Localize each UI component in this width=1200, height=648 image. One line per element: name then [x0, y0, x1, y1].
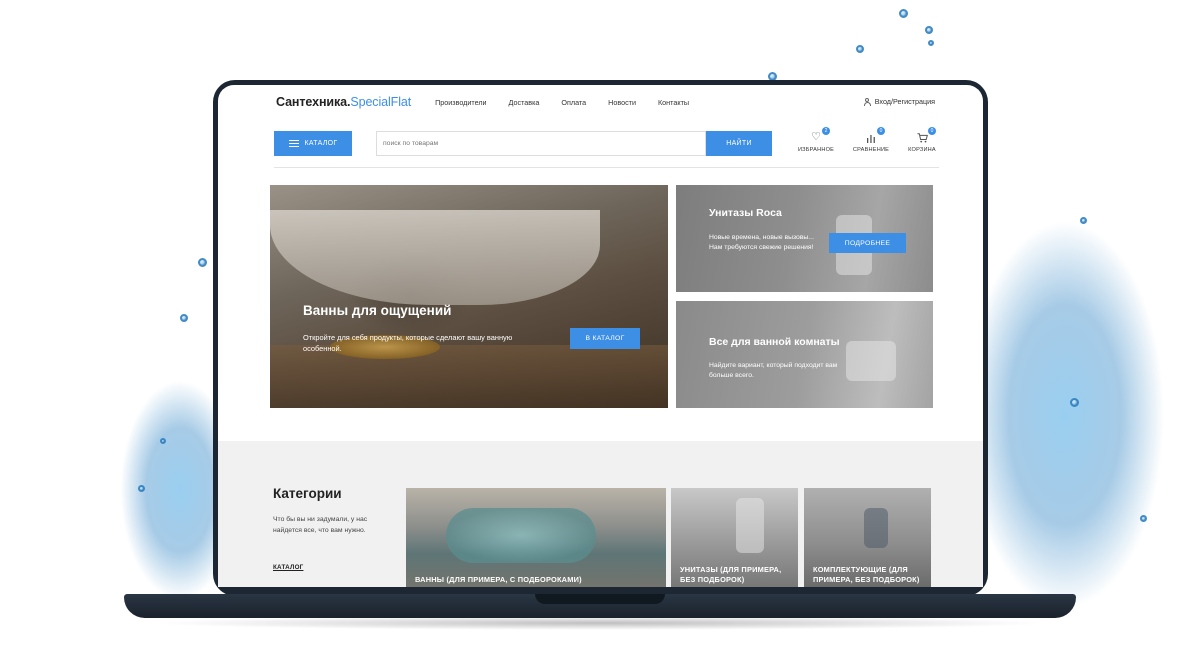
water-drop — [899, 9, 908, 18]
hero-banner[interactable]: Ванны для ощущений Откройте для себя про… — [270, 185, 668, 408]
toilets-text: Новые времена, новые вызовы... Нам требу… — [709, 234, 814, 251]
compare-label: СРАВНЕНИЕ — [852, 147, 890, 153]
water-splash-right — [965, 220, 1165, 610]
cart-count: 0 — [928, 127, 936, 135]
bathroom-title: Все для ванной комнаты — [709, 336, 840, 348]
site-logo[interactable]: Сантехника.SpecialFlat — [276, 95, 411, 109]
stage: Сантехника.SpecialFlat Производители Дос… — [0, 0, 1200, 648]
laptop-notch — [535, 594, 665, 604]
category-label: ВАННЫ (ДЛЯ ПРИМЕРА, С ПОДБОРОКАМИ) — [415, 575, 582, 585]
water-drop — [160, 438, 166, 444]
toilets-banner[interactable]: Унитазы Roca Новые времена, новые вызовы… — [676, 185, 933, 292]
login-label: Вход/Регистрация — [874, 97, 935, 106]
toilet-image — [736, 498, 764, 553]
hero-catalog-button[interactable]: В КАТАЛОГ — [570, 328, 640, 349]
categories-section: Категории Что бы вы ни задумали, у нас н… — [218, 441, 983, 587]
logo-main: Сантехника. — [276, 95, 351, 109]
compare-link[interactable]: 0 СРАВНЕНИЕ — [849, 127, 893, 153]
site-header: Сантехника.SpecialFlat Производители Дос… — [218, 85, 983, 119]
search-input[interactable] — [376, 131, 706, 156]
heart-icon: ♡ 2 — [809, 127, 830, 144]
water-drop — [928, 40, 934, 46]
laptop-shadow — [150, 616, 1050, 630]
category-label: УНИТАЗЫ (ДЛЯ ПРИМЕРА, БЕЗ ПОДБОРОК) — [680, 564, 782, 585]
water-drop — [1140, 515, 1147, 522]
catalog-button[interactable]: КАТАЛОГ — [274, 131, 352, 156]
bathtub-image — [446, 508, 596, 563]
towel-image — [864, 508, 888, 548]
menu-icon — [288, 140, 299, 147]
category-card-accessories[interactable]: КОМПЛЕКТУЮЩИЕ (ДЛЯ ПРИМЕРА, БЕЗ ПОДБОРОК… — [804, 488, 931, 587]
water-drop — [1070, 398, 1079, 407]
cart-icon: 0 — [915, 127, 936, 144]
laptop-screen: Сантехника.SpecialFlat Производители Дос… — [218, 85, 983, 587]
compare-count: 0 — [877, 127, 885, 135]
sink-image — [846, 341, 896, 381]
bathroom-banner[interactable]: Все для ванной комнаты Найдите вариант, … — [676, 301, 933, 408]
toilets-more-button[interactable]: ПОДРОБНЕЕ — [829, 233, 906, 253]
hero-title: Ванны для ощущений — [303, 303, 452, 318]
hero-text: Откройте для себя продукты, которые сдел… — [303, 333, 513, 353]
categories-description: Что бы вы ни задумали, у нас найдется вс… — [273, 516, 368, 534]
water-drop — [856, 45, 864, 53]
favorites-count: 2 — [822, 127, 830, 135]
favorites-link[interactable]: ♡ 2 ИЗБРАННОЕ — [794, 127, 838, 153]
water-drop — [138, 485, 145, 492]
category-card-toilets[interactable]: УНИТАЗЫ (ДЛЯ ПРИМЕРА, БЕЗ ПОДБОРОК) — [671, 488, 798, 587]
nav-news[interactable]: Новости — [608, 98, 636, 107]
nav-payment[interactable]: Оплата — [561, 98, 586, 107]
category-label: КОМПЛЕКТУЮЩИЕ (ДЛЯ ПРИМЕРА, БЕЗ ПОДБОРОК… — [813, 564, 920, 585]
nav-manufacturers[interactable]: Производители — [435, 98, 486, 107]
categories-catalog-link[interactable]: КАТАЛОГ — [273, 564, 303, 571]
cart-link[interactable]: 0 КОРЗИНА — [900, 127, 944, 153]
header-divider — [274, 167, 939, 168]
search-row: КАТАЛОГ НАЙТИ ♡2 ИЗБРАННОЕ 0 СРАВНЕНИЕ 0 — [274, 127, 939, 157]
toilets-title: Унитазы Roca — [709, 207, 782, 219]
logo-accent: SpecialFlat — [350, 95, 412, 109]
water-drop — [180, 314, 188, 322]
search-button[interactable]: НАЙТИ — [706, 131, 772, 156]
category-card-baths[interactable]: ВАННЫ (ДЛЯ ПРИМЕРА, С ПОДБОРОКАМИ) — [406, 488, 666, 587]
catalog-button-label: КАТАЛОГ — [304, 140, 338, 147]
categories-heading: Категории — [273, 486, 342, 501]
favorites-label: ИЗБРАННОЕ — [797, 147, 835, 153]
login-link[interactable]: Вход/Регистрация — [863, 97, 935, 106]
water-drop — [925, 26, 933, 34]
water-drop — [198, 258, 207, 267]
user-icon — [863, 97, 871, 106]
bathtub-image — [270, 210, 600, 305]
nav-delivery[interactable]: Доставка — [509, 98, 540, 107]
bathroom-text: Найдите вариант, который подходит вам бо… — [709, 362, 838, 379]
nav-contacts[interactable]: Контакты — [658, 98, 689, 107]
cart-label: КОРЗИНА — [908, 147, 936, 153]
compare-icon: 0 — [864, 127, 885, 144]
main-nav: Производители Доставка Оплата Новости Ко… — [435, 98, 711, 107]
water-drop — [1080, 217, 1087, 224]
